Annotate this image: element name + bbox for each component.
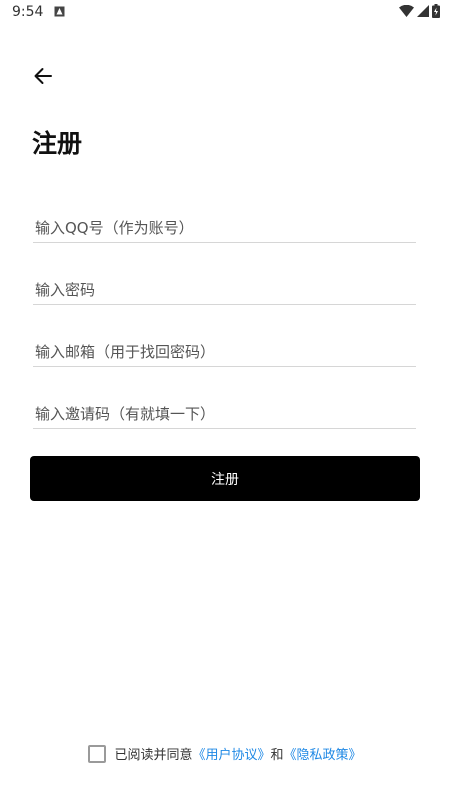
back-button[interactable] <box>28 62 58 90</box>
user-agreement-link[interactable]: 《用户协议》 <box>192 744 270 763</box>
email-input[interactable] <box>33 337 416 366</box>
privacy-policy-link[interactable]: 《隐私政策》 <box>284 744 362 763</box>
status-icons <box>399 4 440 18</box>
signal-icon <box>417 5 429 17</box>
invite-code-input[interactable] <box>33 399 416 428</box>
battery-icon <box>432 4 440 18</box>
invite-code-field <box>33 399 416 429</box>
agree-checkbox[interactable] <box>88 744 107 763</box>
qq-input[interactable] <box>33 213 416 242</box>
register-screen: 9:54 注册 输入QQ号（作为账号） 输入邮箱（用于找回密码） 输入邀请码（有… <box>0 0 450 800</box>
qq-field <box>33 213 416 243</box>
page-title: 注册 <box>32 129 83 158</box>
status-bar: 9:54 <box>0 0 450 24</box>
register-button[interactable]: 注册 <box>30 456 420 501</box>
password-field <box>33 275 416 305</box>
wifi-icon <box>399 5 414 17</box>
arrow-left-icon <box>34 68 52 84</box>
password-input[interactable] <box>33 275 416 304</box>
agreement-prefix: 已阅读并同意 <box>114 748 193 763</box>
agreement-row: 已阅读并同意 《用户协议》 和 《隐私政策》 <box>0 744 450 763</box>
email-field <box>33 337 416 367</box>
agreement-and: 和 <box>270 748 284 763</box>
status-time: 9:54 <box>12 4 44 20</box>
notification-icon <box>54 6 65 17</box>
